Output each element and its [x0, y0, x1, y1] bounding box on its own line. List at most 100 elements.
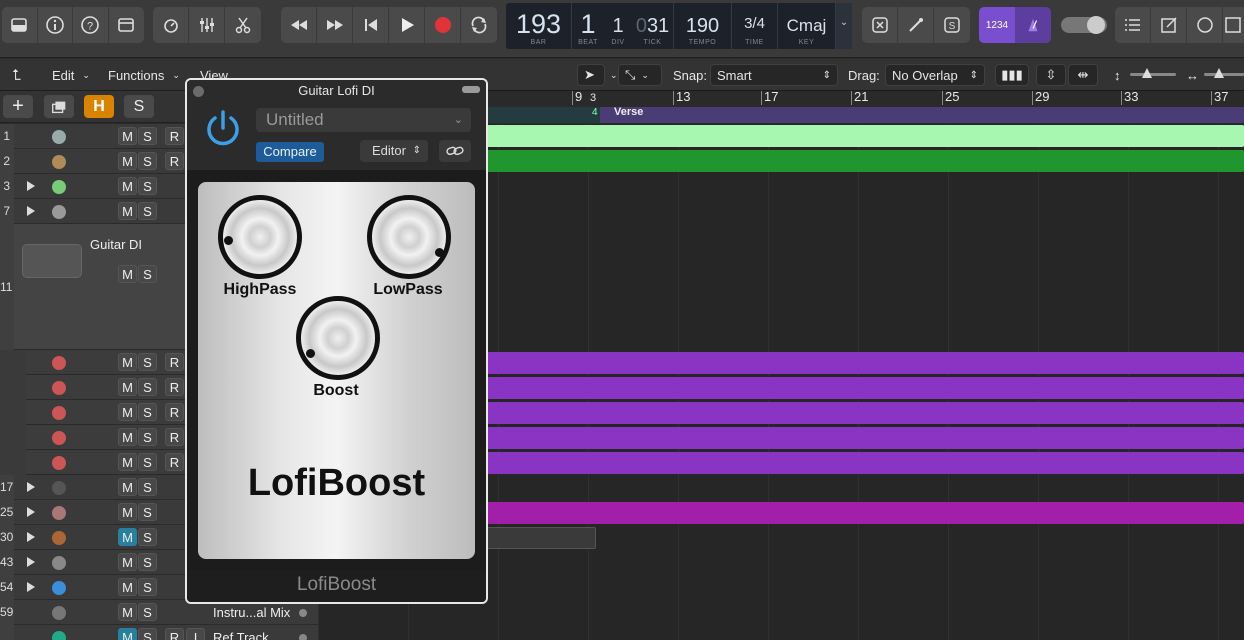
scissors-icon[interactable]	[225, 7, 261, 43]
drag-select[interactable]: No Overlap ⇕	[885, 64, 985, 86]
solo-button[interactable]: S	[138, 428, 157, 446]
mute-button[interactable]: M	[118, 152, 137, 170]
back-arrow-icon[interactable]: ⮤	[6, 64, 27, 86]
solo-global-button[interactable]: S	[124, 95, 154, 118]
record-enable-button[interactable]: R	[165, 127, 184, 145]
mute-button[interactable]: M	[118, 177, 137, 195]
quick-help-icon[interactable]: ?	[73, 7, 109, 43]
count-in-button[interactable]: 1234	[979, 7, 1051, 43]
mute-button[interactable]: M	[118, 202, 137, 220]
list-editors-icon[interactable]	[1115, 7, 1151, 43]
library-icon[interactable]	[2, 7, 38, 43]
marker-verse[interactable]: Verse	[602, 106, 643, 118]
fit-vertical-icon[interactable]: ⇳	[1036, 64, 1066, 86]
disclosure-triangle-icon[interactable]	[27, 582, 35, 592]
solo-button[interactable]: S	[138, 628, 157, 640]
solo-button[interactable]: S	[138, 503, 157, 521]
mute-button[interactable]: M	[118, 503, 137, 521]
loop-browser-icon[interactable]	[1187, 7, 1223, 43]
track-row[interactable]: M S R I Ref Track	[0, 625, 318, 640]
solo-button[interactable]: S	[138, 378, 157, 396]
inspector-icon[interactable]	[38, 7, 73, 43]
horizontal-zoom-slider[interactable]	[1204, 68, 1244, 78]
duplicate-track-icon[interactable]	[44, 95, 74, 118]
solo-button[interactable]: S	[138, 353, 157, 371]
mute-button[interactable]: M	[118, 453, 137, 471]
lcd-key[interactable]: Cmaj KEY	[778, 3, 836, 49]
solo-button[interactable]: S	[138, 603, 157, 621]
horizontal-zoom-handle[interactable]	[1214, 68, 1224, 78]
pointer-tool-icon[interactable]: ➤	[577, 64, 605, 86]
solo-button[interactable]: S	[138, 403, 157, 421]
smart-controls-icon[interactable]	[153, 7, 189, 43]
solo-button[interactable]: S	[138, 478, 157, 496]
add-track-button[interactable]: +	[3, 95, 33, 118]
disclosure-triangle-icon[interactable]	[27, 181, 35, 191]
input-monitor-button[interactable]: I	[186, 628, 205, 640]
solo-button[interactable]: S	[138, 528, 157, 546]
record-enable-button[interactable]: R	[165, 428, 184, 446]
solo-button[interactable]: S	[138, 265, 157, 283]
record-enable-button[interactable]: R	[165, 353, 184, 371]
solo-button[interactable]: S	[138, 177, 157, 195]
play-icon[interactable]	[389, 7, 425, 43]
solo-button[interactable]: S	[138, 202, 157, 220]
mixer-icon[interactable]	[189, 7, 225, 43]
replace-icon[interactable]	[862, 7, 898, 43]
window-zoom-button[interactable]	[462, 86, 480, 93]
editor-select[interactable]: Editor ⇕	[360, 140, 428, 162]
vertical-zoom-slider[interactable]	[1130, 68, 1176, 78]
record-enable-button[interactable]: R	[165, 152, 184, 170]
mute-button[interactable]: M	[118, 127, 137, 145]
lowpass-knob[interactable]	[367, 195, 451, 279]
lcd-display[interactable]: 193 BAR 1 BEAT 1 DIV 031 TICK 190 TEMPO …	[506, 3, 852, 49]
mute-button[interactable]: M	[118, 478, 137, 496]
mute-button[interactable]: M	[118, 603, 137, 621]
mute-button[interactable]: M	[118, 378, 137, 396]
mute-button[interactable]: M	[118, 553, 137, 571]
solo-button[interactable]: S	[138, 152, 157, 170]
mute-button[interactable]: M	[118, 528, 137, 546]
fit-horizontal-icon[interactable]: ⇹	[1068, 64, 1098, 86]
power-icon[interactable]	[203, 108, 243, 153]
hide-button[interactable]: H	[84, 95, 114, 118]
highpass-knob[interactable]	[218, 195, 302, 279]
mute-button[interactable]: M	[118, 428, 137, 446]
go-to-start-icon[interactable]	[353, 7, 389, 43]
mute-button[interactable]: M	[118, 353, 137, 371]
disclosure-triangle-icon[interactable]	[27, 482, 35, 492]
notepad-icon[interactable]	[1151, 7, 1187, 43]
rewind-icon[interactable]	[281, 7, 317, 43]
toolbar-icon[interactable]	[109, 7, 144, 43]
waveform-zoom-icon[interactable]: ▮▮▮	[995, 64, 1029, 86]
disclosure-triangle-icon[interactable]	[27, 507, 35, 517]
record-enable-button[interactable]: R	[165, 403, 184, 421]
mute-button[interactable]: M	[118, 578, 137, 596]
compare-button[interactable]: Compare	[256, 142, 324, 162]
preset-select[interactable]: Untitled ⌄	[256, 108, 471, 132]
link-icon[interactable]	[439, 140, 471, 162]
edit-menu[interactable]: Edit ⌄	[46, 64, 96, 86]
tuner-icon[interactable]	[898, 7, 934, 43]
solo-button[interactable]: S	[138, 127, 157, 145]
solo-icon[interactable]: S	[934, 7, 970, 43]
disclosure-triangle-icon[interactable]	[27, 532, 35, 542]
browser-icon[interactable]	[1223, 7, 1243, 43]
record-icon[interactable]	[425, 7, 461, 43]
record-enable-button[interactable]: R	[165, 628, 184, 640]
lcd-menu-chevron-icon[interactable]: ⌄	[836, 3, 852, 49]
boost-knob[interactable]	[296, 296, 380, 380]
fast-forward-icon[interactable]	[317, 7, 353, 43]
plugin-title-bar[interactable]: Guitar Lofi DI	[187, 80, 486, 102]
metronome-icon[interactable]	[1015, 7, 1051, 43]
functions-menu[interactable]: Functions ⌄	[102, 64, 186, 86]
disclosure-triangle-icon[interactable]	[27, 557, 35, 567]
cycle-icon[interactable]	[461, 7, 497, 43]
snap-select[interactable]: Smart ⇕	[710, 64, 838, 86]
record-enable-button[interactable]: R	[165, 453, 184, 471]
vertical-zoom-handle[interactable]	[1142, 68, 1152, 78]
solo-button[interactable]: S	[138, 553, 157, 571]
mute-button[interactable]: M	[118, 403, 137, 421]
solo-button[interactable]: S	[138, 578, 157, 596]
solo-button[interactable]: S	[138, 453, 157, 471]
